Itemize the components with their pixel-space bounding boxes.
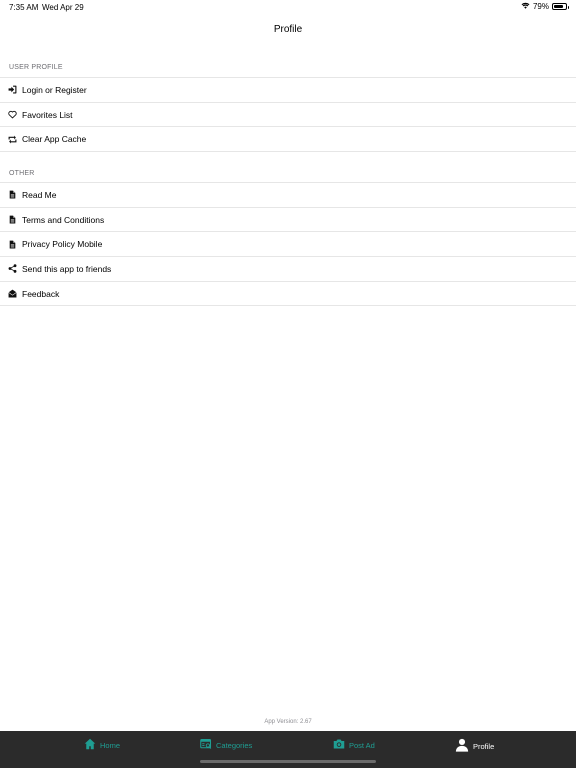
status-time: 7:35 AM	[9, 3, 39, 12]
status-indicators: 79%	[521, 2, 569, 11]
terms-item[interactable]: Terms and Conditions	[0, 208, 576, 233]
app-version: App Version: 2.67	[264, 719, 312, 725]
camera-icon	[333, 738, 345, 752]
list-item-label: Privacy Policy Mobile	[22, 239, 103, 250]
tab-profile[interactable]: Profile	[455, 738, 494, 754]
tab-label: Categories	[216, 740, 253, 750]
list-item-label: Feedback	[22, 288, 60, 299]
read-me-item[interactable]: Read Me	[0, 183, 576, 208]
clear-cache-item[interactable]: Clear App Cache	[0, 127, 576, 153]
list-item-label: Read Me	[22, 189, 57, 200]
tab-label: Home	[100, 740, 121, 750]
page-title: Profile	[273, 24, 303, 35]
envelope-open-icon	[8, 289, 17, 298]
battery-percent: 79%	[532, 2, 549, 11]
share-app-item[interactable]: Send this app to friends	[0, 257, 576, 282]
home-indicator	[200, 760, 376, 763]
user-profile-list: Login or Register Favorites List Clear A…	[0, 77, 576, 153]
battery-icon	[552, 3, 569, 10]
heart-icon	[8, 110, 17, 119]
wifi-icon	[521, 2, 530, 11]
login-register-item[interactable]: Login or Register	[0, 78, 576, 103]
list-item-label: Login or Register	[22, 84, 87, 95]
tab-post-ad[interactable]: Post Ad	[333, 738, 375, 752]
list-item-label: Favorites List	[22, 109, 73, 120]
document-icon	[8, 240, 17, 249]
share-icon	[8, 264, 17, 274]
categories-icon	[200, 738, 212, 752]
feedback-item[interactable]: Feedback	[0, 282, 576, 307]
retweet-icon	[8, 135, 17, 144]
other-list: Read Me Terms and Conditions Privacy Pol…	[0, 182, 576, 307]
tab-label: Post Ad	[349, 740, 375, 750]
tab-label: Profile	[473, 741, 495, 751]
sign-in-icon	[8, 85, 17, 94]
privacy-policy-item[interactable]: Privacy Policy Mobile	[0, 232, 576, 258]
section-header-other: OTHER	[9, 170, 35, 177]
document-icon	[8, 215, 17, 224]
list-item-label: Terms and Conditions	[22, 214, 105, 225]
tab-categories[interactable]: Categories	[200, 738, 252, 752]
tab-home[interactable]: Home	[84, 738, 120, 752]
status-bar: 7:35 AM Wed Apr 29 79%	[0, 0, 576, 14]
home-icon	[84, 738, 96, 752]
section-header-user-profile: USER PROFILE	[9, 64, 63, 71]
list-item-label: Clear App Cache	[22, 134, 87, 145]
user-icon	[455, 738, 469, 754]
favorites-list-item[interactable]: Favorites List	[0, 103, 576, 128]
status-date: Wed Apr 29	[42, 3, 84, 12]
list-item-label: Send this app to friends	[22, 263, 112, 274]
document-icon	[8, 190, 17, 199]
